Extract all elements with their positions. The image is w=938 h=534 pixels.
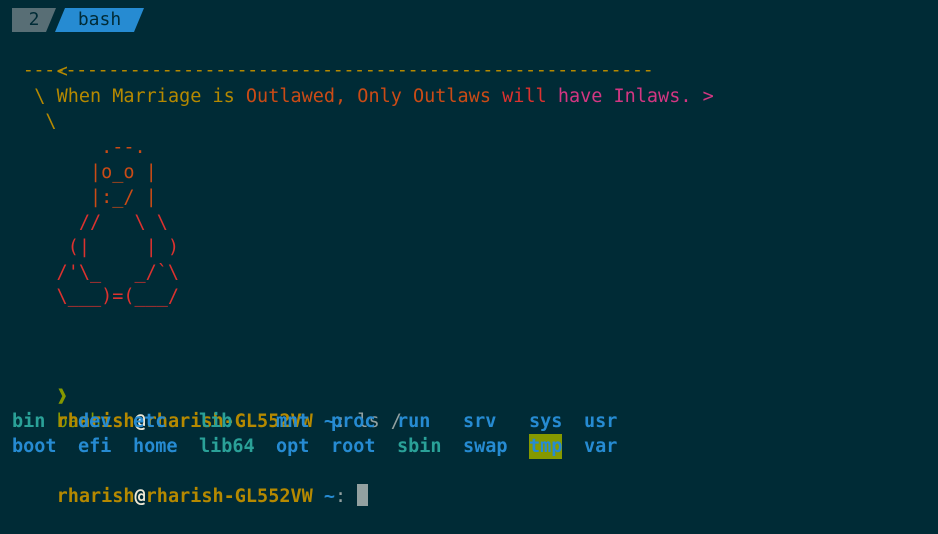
- dir-entry-tmp: tmp: [529, 434, 563, 459]
- prompt-path: ~: [312, 486, 336, 507]
- prompt-user: rharish: [56, 486, 135, 507]
- prompt-host: rharish-GL552VW: [145, 486, 313, 507]
- tux-line: /'\_ _/`\: [12, 261, 180, 283]
- prompt-at: @: [134, 486, 146, 507]
- quote-segment: will: [502, 86, 558, 107]
- prompt-line-1: rharish@rharish-GL552VW ~: ls /: [12, 384, 402, 432]
- tux-line: // \ \: [12, 211, 168, 233]
- dir-entry-swap: swap: [463, 436, 508, 457]
- dir-entry-var: var: [584, 436, 618, 457]
- tux-line: |:_/ |: [12, 186, 157, 208]
- bubble-tail-1: \: [12, 86, 46, 107]
- dir-entry-mnt: mnt: [276, 411, 310, 432]
- dir-entry-bin: bin: [12, 411, 46, 432]
- quote-segment: Outlawed, Only Outlaws: [245, 86, 503, 107]
- dir-entry-lib: lib: [199, 411, 233, 432]
- dir-entry-root: root: [331, 436, 376, 457]
- dir-entry-home: home: [133, 436, 178, 457]
- text-cursor[interactable]: [357, 484, 369, 506]
- dir-entry-proc: proc: [331, 411, 376, 432]
- quote-segment: When Marriage is: [56, 86, 246, 107]
- tux-line: \___)=(___/: [12, 286, 180, 308]
- fortune-quote: < When Marriage is Outlawed, Only Outlaw…: [12, 34, 714, 107]
- terminal-window[interactable]: 2 bash < When Marriage is Outlawed, Only…: [0, 0, 938, 507]
- tab-bash[interactable]: bash: [55, 8, 144, 32]
- tux-line: (| | ): [12, 236, 180, 258]
- dir-entry-sbin: sbin: [397, 436, 442, 457]
- dir-entry-etc: etc: [133, 411, 167, 432]
- bubble-tail-2: \: [12, 111, 57, 132]
- bubble-border: ----------------------------------------…: [12, 60, 654, 81]
- dir-entry-run: run: [397, 411, 431, 432]
- dir-entry-opt: opt: [276, 436, 310, 457]
- dir-entry-efi: efi: [78, 436, 112, 457]
- quote-segment: have Inlaws. >: [557, 86, 714, 107]
- dir-entry-usr: usr: [584, 411, 618, 432]
- dir-entry-boot: boot: [12, 436, 57, 457]
- tux-line: .--.: [12, 137, 146, 158]
- tux-line: |o_o |: [12, 161, 157, 183]
- shell-indicator: ❱ bash: [12, 359, 102, 432]
- dir-entry-srv: srv: [463, 411, 497, 432]
- tab-number[interactable]: 2: [12, 8, 56, 32]
- prompt-colon: :: [335, 486, 347, 507]
- prompt-line-2[interactable]: rharish@rharish-GL552VW ~:: [12, 459, 369, 507]
- dir-entry-dev: dev: [78, 411, 112, 432]
- dir-entry-lib64: lib64: [199, 436, 255, 457]
- dir-entry-sys: sys: [529, 411, 563, 432]
- quote-text: When Marriage is Outlawed, Only Outlaws …: [57, 86, 714, 107]
